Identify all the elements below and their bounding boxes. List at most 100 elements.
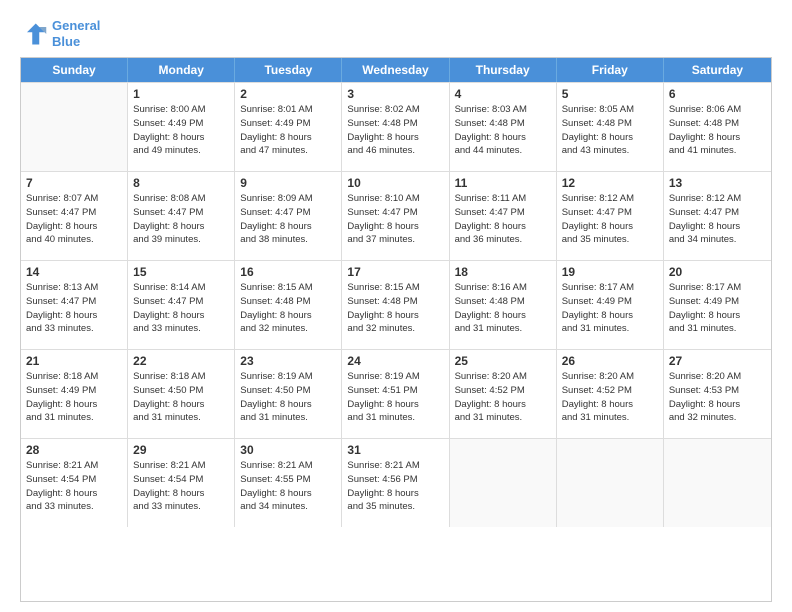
day-number: 29 bbox=[133, 443, 229, 457]
day-info: Sunrise: 8:01 AM Sunset: 4:49 PM Dayligh… bbox=[240, 103, 336, 158]
day-number: 26 bbox=[562, 354, 658, 368]
calendar-cell-1: 1 Sunrise: 8:00 AM Sunset: 4:49 PM Daylig… bbox=[128, 83, 235, 171]
day-info: Sunrise: 8:15 AM Sunset: 4:48 PM Dayligh… bbox=[347, 281, 443, 336]
day-info: Sunrise: 8:18 AM Sunset: 4:49 PM Dayligh… bbox=[26, 370, 122, 425]
day-info: Sunrise: 8:15 AM Sunset: 4:48 PM Dayligh… bbox=[240, 281, 336, 336]
day-info: Sunrise: 8:00 AM Sunset: 4:49 PM Dayligh… bbox=[133, 103, 229, 158]
calendar-cell-25: 25 Sunrise: 8:20 AM Sunset: 4:52 PM Dayli… bbox=[450, 350, 557, 438]
day-number: 19 bbox=[562, 265, 658, 279]
calendar-cell-21: 21 Sunrise: 8:18 AM Sunset: 4:49 PM Dayli… bbox=[21, 350, 128, 438]
calendar-header-saturday: Saturday bbox=[664, 58, 771, 82]
day-info: Sunrise: 8:21 AM Sunset: 4:55 PM Dayligh… bbox=[240, 459, 336, 514]
calendar-header-monday: Monday bbox=[128, 58, 235, 82]
calendar-cell-20: 20 Sunrise: 8:17 AM Sunset: 4:49 PM Dayli… bbox=[664, 261, 771, 349]
day-info: Sunrise: 8:12 AM Sunset: 4:47 PM Dayligh… bbox=[669, 192, 766, 247]
day-info: Sunrise: 8:02 AM Sunset: 4:48 PM Dayligh… bbox=[347, 103, 443, 158]
calendar-cell-empty-6 bbox=[664, 439, 771, 527]
day-number: 30 bbox=[240, 443, 336, 457]
calendar-header-wednesday: Wednesday bbox=[342, 58, 449, 82]
calendar-cell-2: 2 Sunrise: 8:01 AM Sunset: 4:49 PM Daylig… bbox=[235, 83, 342, 171]
day-info: Sunrise: 8:11 AM Sunset: 4:47 PM Dayligh… bbox=[455, 192, 551, 247]
calendar-header-tuesday: Tuesday bbox=[235, 58, 342, 82]
calendar-cell-24: 24Sunrise: 8:19 AM Sunset: 4:51 PM Dayli… bbox=[342, 350, 449, 438]
day-number: 2 bbox=[240, 87, 336, 101]
day-info: Sunrise: 8:21 AM Sunset: 4:54 PM Dayligh… bbox=[133, 459, 229, 514]
calendar-cell-23: 23Sunrise: 8:19 AM Sunset: 4:50 PM Dayli… bbox=[235, 350, 342, 438]
calendar-week-1: 1 Sunrise: 8:00 AM Sunset: 4:49 PM Daylig… bbox=[21, 82, 771, 171]
day-number: 9 bbox=[240, 176, 336, 190]
day-info: Sunrise: 8:05 AM Sunset: 4:48 PM Dayligh… bbox=[562, 103, 658, 158]
day-number: 20 bbox=[669, 265, 766, 279]
day-number: 11 bbox=[455, 176, 551, 190]
day-info: Sunrise: 8:17 AM Sunset: 4:49 PM Dayligh… bbox=[562, 281, 658, 336]
day-info: Sunrise: 8:21 AM Sunset: 4:54 PM Dayligh… bbox=[26, 459, 122, 514]
day-number: 18 bbox=[455, 265, 551, 279]
day-info: Sunrise: 8:14 AM Sunset: 4:47 PM Dayligh… bbox=[133, 281, 229, 336]
day-number: 5 bbox=[562, 87, 658, 101]
calendar-cell-19: 19 Sunrise: 8:17 AM Sunset: 4:49 PM Dayli… bbox=[557, 261, 664, 349]
day-number: 8 bbox=[133, 176, 229, 190]
calendar-cell-10: 10Sunrise: 8:10 AM Sunset: 4:47 PM Dayli… bbox=[342, 172, 449, 260]
calendar-cell-30: 30 Sunrise: 8:21 AM Sunset: 4:55 PM Dayli… bbox=[235, 439, 342, 527]
day-number: 15 bbox=[133, 265, 229, 279]
day-info: Sunrise: 8:21 AM Sunset: 4:56 PM Dayligh… bbox=[347, 459, 443, 514]
calendar-header-friday: Friday bbox=[557, 58, 664, 82]
calendar-week-5: 28Sunrise: 8:21 AM Sunset: 4:54 PM Dayli… bbox=[21, 438, 771, 527]
logo-text: General Blue bbox=[52, 18, 100, 49]
day-number: 12 bbox=[562, 176, 658, 190]
day-number: 22 bbox=[133, 354, 229, 368]
day-info: Sunrise: 8:09 AM Sunset: 4:47 PM Dayligh… bbox=[240, 192, 336, 247]
day-info: Sunrise: 8:03 AM Sunset: 4:48 PM Dayligh… bbox=[455, 103, 551, 158]
calendar: SundayMondayTuesdayWednesdayThursdayFrid… bbox=[20, 57, 772, 602]
calendar-cell-9: 9 Sunrise: 8:09 AM Sunset: 4:47 PM Daylig… bbox=[235, 172, 342, 260]
day-number: 16 bbox=[240, 265, 336, 279]
day-number: 13 bbox=[669, 176, 766, 190]
day-info: Sunrise: 8:20 AM Sunset: 4:52 PM Dayligh… bbox=[562, 370, 658, 425]
calendar-cell-5: 5 Sunrise: 8:05 AM Sunset: 4:48 PM Daylig… bbox=[557, 83, 664, 171]
calendar-cell-18: 18 Sunrise: 8:16 AM Sunset: 4:48 PM Dayli… bbox=[450, 261, 557, 349]
day-info: Sunrise: 8:13 AM Sunset: 4:47 PM Dayligh… bbox=[26, 281, 122, 336]
calendar-cell-16: 16 Sunrise: 8:15 AM Sunset: 4:48 PM Dayli… bbox=[235, 261, 342, 349]
calendar-cell-17: 17 Sunrise: 8:15 AM Sunset: 4:48 PM Dayli… bbox=[342, 261, 449, 349]
calendar-cell-8: 8 Sunrise: 8:08 AM Sunset: 4:47 PM Daylig… bbox=[128, 172, 235, 260]
day-info: Sunrise: 8:08 AM Sunset: 4:47 PM Dayligh… bbox=[133, 192, 229, 247]
day-info: Sunrise: 8:17 AM Sunset: 4:49 PM Dayligh… bbox=[669, 281, 766, 336]
day-info: Sunrise: 8:10 AM Sunset: 4:47 PM Dayligh… bbox=[347, 192, 443, 247]
calendar-cell-22: 22 Sunrise: 8:18 AM Sunset: 4:50 PM Dayli… bbox=[128, 350, 235, 438]
calendar-cell-3: 3 Sunrise: 8:02 AM Sunset: 4:48 PM Daylig… bbox=[342, 83, 449, 171]
calendar-cell-11: 11 Sunrise: 8:11 AM Sunset: 4:47 PM Dayli… bbox=[450, 172, 557, 260]
calendar-cell-27: 27 Sunrise: 8:20 AM Sunset: 4:53 PM Dayli… bbox=[664, 350, 771, 438]
day-number: 1 bbox=[133, 87, 229, 101]
day-info: Sunrise: 8:18 AM Sunset: 4:50 PM Dayligh… bbox=[133, 370, 229, 425]
calendar-week-2: 7Sunrise: 8:07 AM Sunset: 4:47 PM Daylig… bbox=[21, 171, 771, 260]
header: General Blue bbox=[20, 18, 772, 49]
day-number: 27 bbox=[669, 354, 766, 368]
calendar-cell-13: 13 Sunrise: 8:12 AM Sunset: 4:47 PM Dayli… bbox=[664, 172, 771, 260]
day-info: Sunrise: 8:16 AM Sunset: 4:48 PM Dayligh… bbox=[455, 281, 551, 336]
calendar-header-row: SundayMondayTuesdayWednesdayThursdayFrid… bbox=[21, 58, 771, 82]
calendar-header-sunday: Sunday bbox=[21, 58, 128, 82]
logo: General Blue bbox=[20, 18, 100, 49]
day-number: 25 bbox=[455, 354, 551, 368]
calendar-cell-6: 6Sunrise: 8:06 AM Sunset: 4:48 PM Daylig… bbox=[664, 83, 771, 171]
day-number: 17 bbox=[347, 265, 443, 279]
logo-icon bbox=[20, 20, 48, 48]
calendar-cell-7: 7Sunrise: 8:07 AM Sunset: 4:47 PM Daylig… bbox=[21, 172, 128, 260]
calendar-cell-12: 12Sunrise: 8:12 AM Sunset: 4:47 PM Dayli… bbox=[557, 172, 664, 260]
calendar-week-3: 14Sunrise: 8:13 AM Sunset: 4:47 PM Dayli… bbox=[21, 260, 771, 349]
day-number: 3 bbox=[347, 87, 443, 101]
page: General Blue SundayMondayTuesdayWednesda… bbox=[0, 0, 792, 612]
day-info: Sunrise: 8:20 AM Sunset: 4:52 PM Dayligh… bbox=[455, 370, 551, 425]
calendar-cell-26: 26 Sunrise: 8:20 AM Sunset: 4:52 PM Dayli… bbox=[557, 350, 664, 438]
calendar-header-thursday: Thursday bbox=[450, 58, 557, 82]
calendar-week-4: 21 Sunrise: 8:18 AM Sunset: 4:49 PM Dayli… bbox=[21, 349, 771, 438]
calendar-cell-28: 28Sunrise: 8:21 AM Sunset: 4:54 PM Dayli… bbox=[21, 439, 128, 527]
calendar-cell-14: 14Sunrise: 8:13 AM Sunset: 4:47 PM Dayli… bbox=[21, 261, 128, 349]
day-number: 31 bbox=[347, 443, 443, 457]
day-info: Sunrise: 8:06 AM Sunset: 4:48 PM Dayligh… bbox=[669, 103, 766, 158]
day-info: Sunrise: 8:20 AM Sunset: 4:53 PM Dayligh… bbox=[669, 370, 766, 425]
calendar-cell-empty-5 bbox=[557, 439, 664, 527]
day-number: 21 bbox=[26, 354, 122, 368]
calendar-cell-empty-4 bbox=[450, 439, 557, 527]
day-info: Sunrise: 8:19 AM Sunset: 4:50 PM Dayligh… bbox=[240, 370, 336, 425]
